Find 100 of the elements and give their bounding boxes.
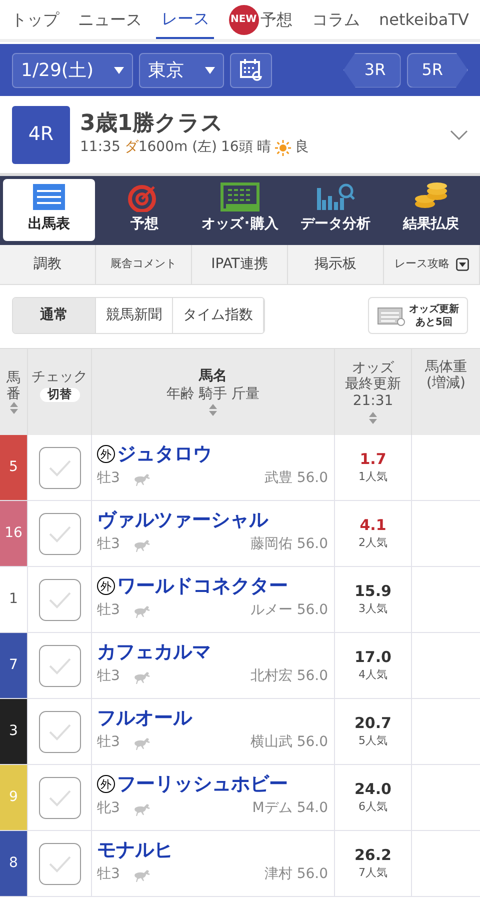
chart-search-icon: [316, 182, 356, 212]
menu-tab-label: 結果払戻: [403, 215, 460, 234]
sub-tab-label: レース攻略: [394, 256, 450, 272]
sub-tab[interactable]: 調教: [0, 245, 96, 284]
nav-tab[interactable]: netkeibaTV: [374, 2, 474, 38]
horse-sex-age: 牡3: [97, 732, 120, 752]
horse-name-link[interactable]: モナルヒ: [97, 839, 173, 862]
race-course: ダ1600m (左): [124, 138, 217, 158]
horse-name-link[interactable]: ヴァルツァーシャル: [97, 509, 268, 532]
popularity: 6人気: [358, 799, 388, 815]
nav-tab[interactable]: ニュース: [73, 2, 148, 38]
horse-name-link[interactable]: カフェカルマ: [97, 641, 211, 664]
menu-tab-label: データ分析: [300, 215, 371, 234]
sort-icon: [10, 402, 18, 414]
checkbox[interactable]: [38, 446, 80, 488]
popularity: 1人気: [358, 469, 388, 485]
menu-tab-label: オッズ･購入: [201, 215, 278, 234]
weather-label: 晴: [256, 138, 271, 158]
horse-name-link[interactable]: フルオール: [97, 707, 192, 730]
foreign-mark: 外: [97, 445, 115, 464]
nav-tab[interactable]: コラム: [306, 2, 365, 38]
jockey-weight: 武豊 56.0: [264, 468, 328, 488]
menu-tab-label: 出馬表: [28, 215, 70, 234]
venue-select[interactable]: 東京: [139, 52, 224, 88]
column-header: 馬体重 (増減): [425, 359, 467, 392]
sort-icon: [369, 412, 377, 424]
checkbox[interactable]: [38, 710, 80, 752]
horse-name-link[interactable]: フーリッシュホビー: [117, 773, 288, 796]
horse-sex-age: 牡3: [97, 864, 120, 884]
menu-tab[interactable]: 結果払戻: [385, 179, 477, 241]
column-header: オッズ 最終更新 21:31: [345, 360, 401, 409]
check-icon: [48, 854, 72, 872]
odds-value: 24.0: [354, 780, 392, 799]
checkbox[interactable]: [38, 578, 80, 620]
popularity: 4人気: [358, 667, 388, 683]
foreign-mark: 外: [97, 775, 115, 794]
track-condition: 良: [294, 138, 309, 158]
sub-tab[interactable]: IPAT連携: [192, 245, 288, 284]
venue-label: 東京: [148, 58, 184, 82]
check-icon: [48, 458, 72, 476]
frame-number: 16: [0, 501, 28, 567]
jockey-weight: ルメー 56.0: [250, 600, 328, 620]
check-icon: [48, 590, 72, 608]
dropdown-caret-icon: [114, 66, 124, 74]
checkbox[interactable]: [38, 776, 80, 818]
frame-number: 7: [0, 633, 28, 699]
dropdown-icon: [456, 258, 468, 271]
check-icon: [48, 788, 72, 806]
column-subheader: 年齢 騎手 斤量: [166, 386, 260, 402]
calendar-button[interactable]: [230, 52, 272, 88]
popularity: 7人気: [358, 865, 388, 881]
odds-update-button[interactable]: オッズ更新 あと5回: [368, 297, 468, 334]
menu-tab[interactable]: オッズ･購入: [194, 179, 286, 241]
foreign-mark: 外: [97, 577, 115, 596]
menu-tab[interactable]: 予想: [98, 179, 190, 241]
race-time: 11:35: [80, 138, 120, 158]
check-icon: [48, 524, 72, 542]
horse-sex-age: 牡3: [97, 468, 120, 488]
odds-board-icon: [377, 306, 405, 326]
nav-tab[interactable]: NEW 予想: [224, 0, 298, 40]
menu-tab[interactable]: 出馬表: [3, 179, 95, 241]
chevron-down-icon: [450, 130, 468, 140]
view-mode-tab[interactable]: 通常: [13, 298, 96, 333]
prev-race-button[interactable]: 3R: [343, 52, 401, 88]
horse-name-link[interactable]: ジュタロウ: [117, 443, 212, 466]
horse-name-link[interactable]: ワールドコネクター: [117, 575, 288, 598]
jockey-weight: Mデム 54.0: [252, 798, 328, 818]
frame-number: 5: [0, 435, 28, 501]
horse-sex-age: 牡3: [97, 534, 120, 554]
jockey-weight: 北村宏 56.0: [250, 666, 328, 686]
checkbox[interactable]: [38, 644, 80, 686]
checkbox[interactable]: [38, 512, 80, 554]
horse-sex-age: 牡3: [97, 600, 120, 620]
nav-tab[interactable]: レース: [156, 0, 214, 38]
nav-tab[interactable]: トップ: [6, 2, 64, 38]
dropdown-caret-icon: [205, 66, 215, 74]
sub-tab[interactable]: 掲示板: [288, 245, 384, 284]
next-race-button[interactable]: 5R: [406, 52, 468, 88]
new-badge: NEW: [228, 4, 259, 34]
horse-sex-age: 牡3: [97, 666, 120, 686]
frame-number: 3: [0, 699, 28, 765]
sub-tab[interactable]: レース攻略: [384, 245, 480, 284]
race-title: 3歳1勝クラス: [80, 110, 225, 138]
horse-sex-age: 牝3: [97, 798, 120, 818]
frame-number: 8: [0, 831, 28, 897]
frame-number: 1: [0, 567, 28, 633]
jockey-weight: 津村 56.0: [264, 864, 328, 884]
date-label: 1/29(土): [21, 58, 94, 82]
checkbox[interactable]: [38, 842, 80, 884]
menu-tab[interactable]: データ分析: [290, 179, 382, 241]
column-header: 馬名: [199, 368, 227, 384]
odds-value: 4.1: [360, 516, 386, 535]
column-header: 馬 番: [6, 370, 20, 402]
calendar-refresh-icon: [239, 58, 263, 82]
menu-tab-label: 予想: [130, 215, 158, 234]
jockey-weight: 横山武 56.0: [250, 732, 328, 752]
sub-tab[interactable]: 厩舎コメント: [96, 245, 192, 284]
toggle-button[interactable]: 切替: [40, 388, 80, 402]
date-select[interactable]: 1/29(土): [12, 52, 133, 88]
odds-value: 26.2: [354, 846, 392, 865]
